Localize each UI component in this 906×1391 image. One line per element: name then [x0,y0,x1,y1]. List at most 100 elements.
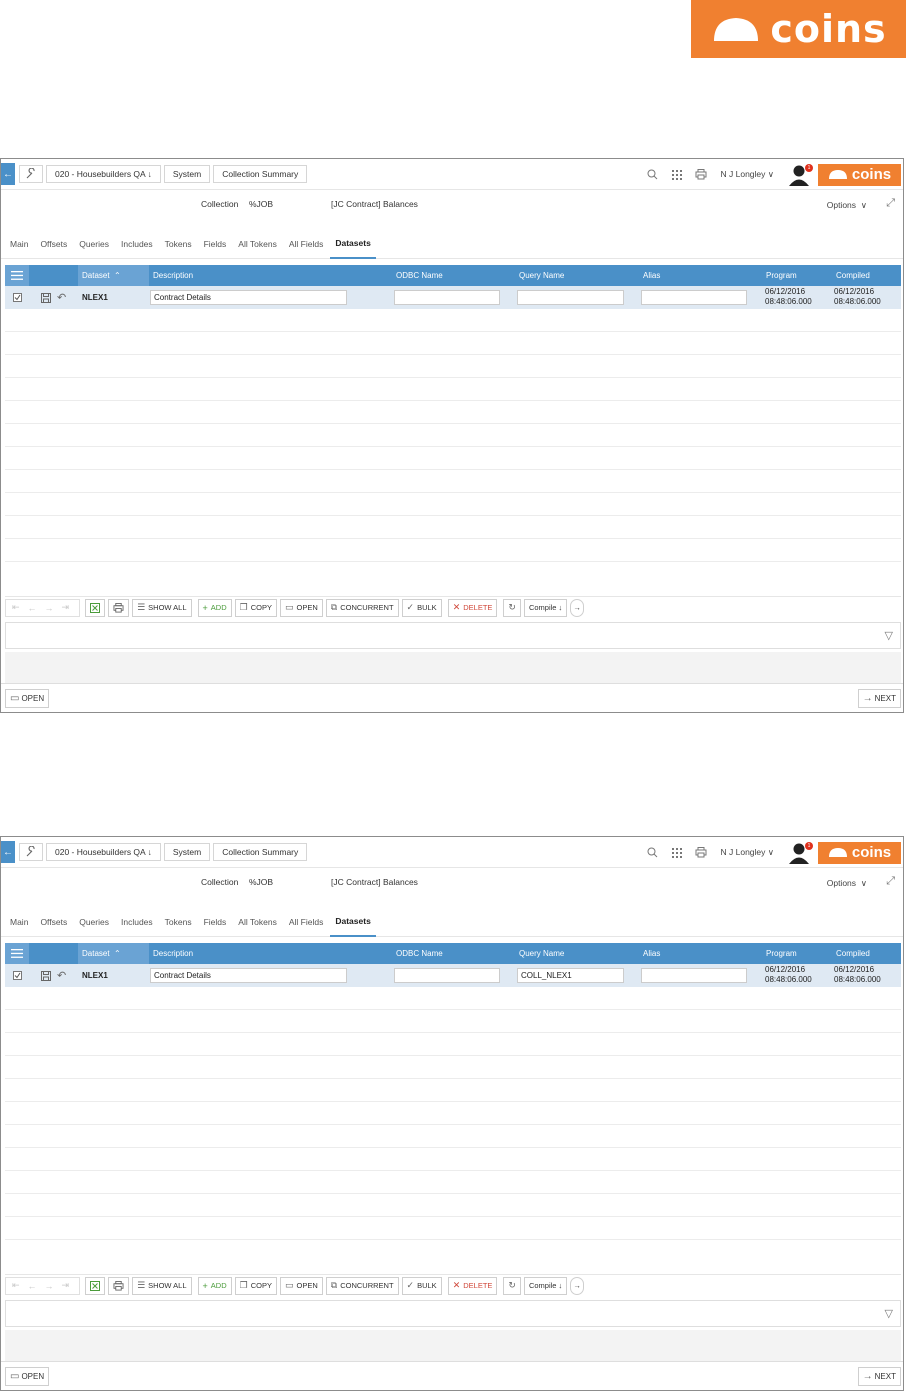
column-header-query-name[interactable]: Query Name [515,943,635,964]
alias-input[interactable] [641,968,747,983]
breadcrumb-item-system[interactable]: System [163,165,211,183]
description-input[interactable]: Contract Details [150,290,347,305]
go-arrow-icon[interactable]: → [570,1276,584,1295]
options-menu[interactable]: Options ∨ [827,200,867,211]
back-button[interactable]: ← [1,163,15,185]
query-name-input[interactable] [517,290,624,305]
filter-icon[interactable]: ▽ [885,1307,893,1320]
show-all-button[interactable]: ☰ SHOW ALL [132,1276,192,1295]
print-button[interactable] [108,1276,130,1295]
expand-icon[interactable]: ⤢ [886,875,895,888]
breadcrumb-item-collection-summary[interactable]: Collection Summary [213,843,308,861]
column-header-compiled[interactable]: Compiled [832,943,901,964]
column-header-dataset[interactable]: Dataset ⌃ [78,265,149,286]
tab-fields[interactable]: Fields [199,229,232,259]
checkbox-checked-icon[interactable] [13,964,22,987]
tab-all-tokens[interactable]: All Tokens [233,907,282,937]
tab-main[interactable]: Main [5,907,33,937]
previous-page-icon[interactable]: ← [28,603,37,613]
export-excel-button[interactable] [85,598,106,617]
next-page-icon[interactable]: → [45,603,54,613]
avatar[interactable]: 1 [788,163,813,187]
wrench-icon[interactable] [19,165,43,183]
column-header-description[interactable]: Description [149,265,389,286]
description-input[interactable]: Contract Details [150,968,347,983]
add-button[interactable]: + ADD [197,1276,232,1295]
apps-grid-icon[interactable] [665,843,689,863]
tab-main[interactable]: Main [5,229,33,259]
user-menu[interactable]: N J Longley ∨ [721,169,775,180]
open-button[interactable]: ▭ OPEN [279,598,323,617]
alias-input[interactable] [641,290,747,305]
first-page-icon[interactable]: ⇤ [12,1280,20,1291]
tab-all-fields[interactable]: All Fields [284,907,328,937]
tab-tokens[interactable]: Tokens [160,229,197,259]
refresh-button[interactable]: ↻ [503,598,521,617]
breadcrumb-item-company[interactable]: 020 - Housebuilders QA ↓ [46,165,161,183]
bottom-open-button[interactable]: ▭ OPEN [5,1367,50,1386]
tab-datasets[interactable]: Datasets [330,229,376,259]
undo-icon[interactable]: ↶ [57,964,66,987]
print-button[interactable] [108,598,130,617]
tab-includes[interactable]: Includes [116,229,158,259]
tab-all-fields[interactable]: All Fields [284,229,328,259]
column-header-program[interactable]: Program [762,265,832,286]
avatar[interactable]: 1 [788,841,813,865]
save-icon[interactable] [41,286,51,309]
next-button[interactable]: → NEXT [857,689,901,708]
expand-icon[interactable]: ⤢ [886,197,895,210]
tab-includes[interactable]: Includes [116,907,158,937]
next-button[interactable]: → NEXT [857,1367,901,1386]
column-header-description[interactable]: Description [149,943,389,964]
search-icon[interactable] [641,843,665,863]
concurrent-button[interactable]: ⧉ CONCURRENT [325,598,399,617]
next-page-icon[interactable]: → [45,1281,54,1291]
column-header-dataset[interactable]: Dataset ⌃ [78,943,149,964]
go-arrow-icon[interactable]: → [570,598,584,617]
tab-queries[interactable]: Queries [74,229,114,259]
search-icon[interactable] [641,165,665,185]
back-button[interactable]: ← [1,841,15,863]
tab-queries[interactable]: Queries [74,907,114,937]
previous-page-icon[interactable]: ← [28,1281,37,1291]
filter-bar[interactable]: ▽ [5,1300,901,1327]
printer-icon[interactable] [689,843,713,863]
tab-datasets[interactable]: Datasets [330,907,376,937]
open-button[interactable]: ▭ OPEN [279,1276,323,1295]
printer-icon[interactable] [689,165,713,185]
compile-dropdown[interactable]: Compile ↓ [523,598,568,617]
refresh-button[interactable]: ↻ [503,1276,521,1295]
grid-menu-icon[interactable] [5,265,29,286]
breadcrumb-item-collection-summary[interactable]: Collection Summary [213,165,308,183]
filter-bar[interactable]: ▽ [5,622,901,649]
export-excel-button[interactable] [85,1276,106,1295]
undo-icon[interactable]: ↶ [57,286,66,309]
apps-grid-icon[interactable] [665,165,689,185]
column-header-odbc-name[interactable]: ODBC Name [392,943,512,964]
first-page-icon[interactable]: ⇤ [12,602,20,613]
show-all-button[interactable]: ☰ SHOW ALL [132,598,192,617]
wrench-icon[interactable] [19,843,43,861]
column-header-alias[interactable]: Alias [639,265,759,286]
delete-button[interactable]: ✕ DELETE [447,598,498,617]
options-menu[interactable]: Options ∨ [827,878,867,889]
add-button[interactable]: + ADD [197,598,232,617]
bulk-button[interactable]: ✓ BULK [401,598,442,617]
last-page-icon[interactable]: ⇥ [62,1280,70,1291]
save-icon[interactable] [41,964,51,987]
last-page-icon[interactable]: ⇥ [62,602,70,613]
column-header-alias[interactable]: Alias [639,943,759,964]
breadcrumb-item-system[interactable]: System [163,843,211,861]
tab-offsets[interactable]: Offsets [35,907,72,937]
table-row[interactable]: ↶ NLEX1 Contract Details 06/12/2016 08:48… [5,286,901,309]
odbc-name-input[interactable] [394,968,500,983]
tab-tokens[interactable]: Tokens [160,907,197,937]
column-header-odbc-name[interactable]: ODBC Name [392,265,512,286]
compile-dropdown[interactable]: Compile ↓ [523,1276,568,1295]
query-name-input[interactable]: COLL_NLEX1 [517,968,624,983]
checkbox-checked-icon[interactable] [13,286,22,309]
grid-menu-icon[interactable] [5,943,29,964]
column-header-compiled[interactable]: Compiled [832,265,901,286]
concurrent-button[interactable]: ⧉ CONCURRENT [325,1276,399,1295]
tab-fields[interactable]: Fields [199,907,232,937]
